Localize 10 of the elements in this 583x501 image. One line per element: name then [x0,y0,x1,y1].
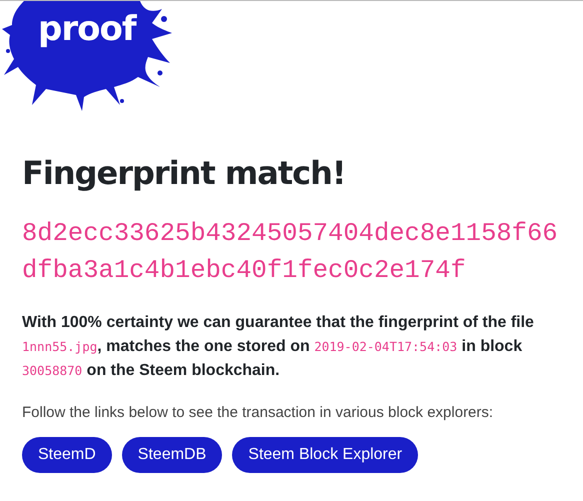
fingerprint-hash: 8d2ecc33625b43245057404dec8e1158f66 [22,218,558,250]
fingerprint-hash: dfba3a1c4b1ebc40f1fec0c2e174f [22,255,466,287]
paint-splat-icon [2,1,172,111]
explorer-link-button[interactable]: SteemD [22,437,112,473]
logo-text: proof [38,9,136,49]
heading: Fingerprint match! [22,153,346,193]
explorer-link-button[interactable]: SteemDB [122,437,222,473]
match-statement: With 100% certainty we can guarantee that the fingerprint of the file 1nnn55.jpg, matches the one stored on 2019-02-04T17:54:03 in block 30058870 on the Steem blockchain. [22,313,535,381]
explorer-link-button[interactable]: Steem Block Explorer [232,437,418,473]
explorers-intro: Follow the links below to see the transaction in various block explorers: [22,403,494,423]
